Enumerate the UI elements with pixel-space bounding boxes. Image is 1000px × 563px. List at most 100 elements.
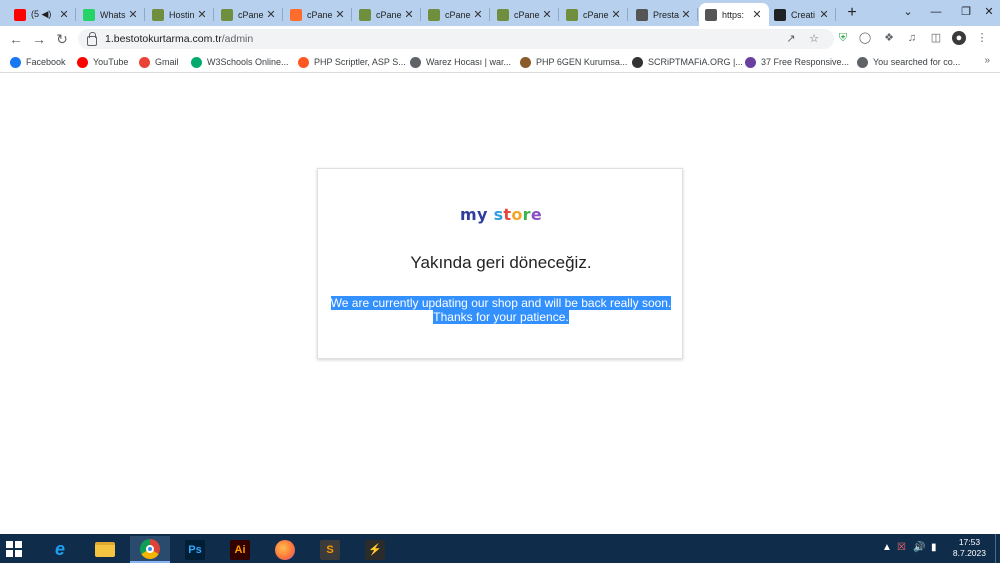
bookmark-item[interactable]: PHP 6GEN Kurumsa...: [520, 55, 627, 69]
tab-close-icon[interactable]: ✕: [818, 8, 830, 21]
tab-close-icon[interactable]: ✕: [403, 8, 415, 21]
prestashop-icon: [705, 8, 717, 21]
bookmark-item[interactable]: Facebook: [10, 55, 66, 69]
back-button[interactable]: ←: [6, 29, 26, 49]
browser-tab[interactable]: cPane ✕: [353, 3, 421, 26]
message-line-1: We are currently updating our shop and w…: [330, 296, 672, 310]
tab-close-icon[interactable]: ✕: [680, 8, 692, 21]
browser-tab[interactable]: Whats ✕: [77, 3, 145, 26]
message-line-2: Thanks for your patience.: [433, 310, 569, 324]
puzzle-extensions-icon[interactable]: ❖: [882, 31, 896, 45]
template-icon: [745, 56, 756, 68]
tab-close-icon[interactable]: ✕: [196, 8, 208, 21]
shield-outline-extension-icon[interactable]: ◯: [858, 31, 872, 45]
forward-button[interactable]: →: [29, 29, 49, 49]
clock-date: 8.7.2023: [952, 548, 986, 558]
bookmark-item[interactable]: Warez Hocası | war...: [410, 55, 511, 69]
tab-close-icon[interactable]: ✕: [541, 8, 553, 21]
address-bar[interactable]: 1.bestotokurtarma.com.tr/admin ↗ ☆: [78, 29, 834, 49]
lock-icon[interactable]: [87, 32, 97, 46]
bookmark-item[interactable]: SCRiPTMAFiA.ORG |...: [632, 55, 743, 69]
browser-tab[interactable]: https: ✕: [699, 3, 769, 26]
tab-separator: [213, 8, 214, 21]
media-control-icon[interactable]: ♫: [905, 31, 919, 45]
logo-letter: s: [493, 205, 504, 224]
logo-letter: e: [530, 205, 542, 224]
browser-tab[interactable]: cPane ✕: [491, 3, 559, 26]
close-window-button[interactable]: ✕: [966, 0, 1000, 26]
browser-tab[interactable]: cPane ✕: [284, 3, 352, 26]
cpanel-shield-icon: [359, 8, 371, 21]
reload-button[interactable]: ↻: [52, 29, 72, 49]
photoshop-icon: Ps: [185, 539, 205, 560]
windows-start-icon[interactable]: [6, 541, 22, 557]
bookmark-item[interactable]: Gmail: [139, 55, 179, 69]
tab-title: Creati: [791, 9, 816, 20]
browser-tab[interactable]: cPane ✕: [215, 3, 283, 26]
shield-extension-icon[interactable]: ⛨: [836, 31, 850, 45]
tab-separator: [282, 8, 283, 21]
bookmark-item[interactable]: 37 Free Responsive...: [745, 55, 849, 69]
tab-separator: [489, 8, 490, 21]
browser-tab[interactable]: Creati ✕: [768, 3, 836, 26]
tab-title: https:: [722, 9, 745, 20]
tab-close-icon[interactable]: ✕: [751, 8, 763, 21]
tab-close-icon[interactable]: ✕: [334, 8, 346, 21]
signal-icon[interactable]: ▮: [931, 542, 937, 553]
tab-separator: [627, 8, 628, 21]
network-warning-icon[interactable]: ☒: [897, 542, 906, 553]
taskbar-app[interactable]: Ps: [175, 536, 215, 563]
bookmark-item[interactable]: You searched for co...: [857, 55, 960, 69]
whatsapp-icon: [83, 8, 95, 21]
tab-close-icon[interactable]: ✕: [127, 8, 139, 21]
maintenance-message: We are currently updating our shop and w…: [318, 296, 684, 324]
taskbar-app[interactable]: e: [40, 536, 80, 563]
browser-tab[interactable]: Hostin ✕: [146, 3, 214, 26]
tab-close-icon[interactable]: ✕: [610, 8, 622, 21]
taskbar-app[interactable]: [85, 536, 125, 563]
browser-tab[interactable]: cPane ✕: [422, 3, 490, 26]
menu-kebab-icon[interactable]: ⋮: [975, 31, 989, 45]
tab-close-icon[interactable]: ✕: [472, 8, 484, 21]
globe-icon: [857, 56, 868, 68]
tab-title: cPane: [238, 9, 264, 20]
bookmark-item[interactable]: W3Schools Online...: [191, 55, 289, 69]
winamp-icon: ⚡: [365, 539, 385, 560]
bookmark-star-icon[interactable]: ☆: [806, 32, 822, 45]
tab-close-icon[interactable]: ✕: [265, 8, 277, 21]
bookmark-item[interactable]: PHP Scriptler, ASP S...: [298, 55, 406, 69]
tab-title: cPane: [583, 9, 609, 20]
browser-tab[interactable]: (5 ◀) ✕: [8, 3, 76, 26]
taskbar-app[interactable]: Ai: [220, 536, 260, 563]
taskbar-app-label: Ai: [234, 543, 246, 556]
tray-chevron-icon[interactable]: ▲: [882, 542, 892, 553]
taskbar-app[interactable]: [130, 536, 170, 563]
volume-icon[interactable]: 🔊: [913, 542, 925, 553]
taskbar-app[interactable]: [265, 536, 305, 563]
facebook-icon: [10, 56, 21, 68]
url-text[interactable]: 1.bestotokurtarma.com.tr/admin: [105, 33, 253, 45]
taskbar-app[interactable]: S: [310, 536, 350, 563]
tab-title: Whats: [100, 9, 126, 20]
side-panel-icon[interactable]: ◫: [929, 31, 943, 45]
show-desktop-button[interactable]: [995, 534, 1000, 563]
tab-close-icon[interactable]: ✕: [58, 8, 70, 21]
tab-title: Hostin: [169, 9, 195, 20]
more-bookmarks-chevron-icon[interactable]: »: [984, 55, 990, 66]
tab-separator: [835, 8, 836, 21]
php6gen-icon: [520, 56, 531, 68]
gmail-icon: [139, 56, 150, 68]
tab-title: cPane: [514, 9, 540, 20]
browser-tab[interactable]: cPane ✕: [560, 3, 628, 26]
bookmark-label: YouTube: [93, 57, 129, 67]
share-icon[interactable]: ↗: [783, 32, 799, 45]
taskbar-app[interactable]: ⚡: [355, 536, 395, 563]
tab-title: Presta: [653, 9, 680, 20]
profile-avatar[interactable]: ●: [952, 31, 966, 45]
bookmark-label: Facebook: [26, 57, 66, 67]
new-tab-button[interactable]: +: [843, 4, 861, 22]
browser-tab[interactable]: Presta ✕: [630, 3, 698, 26]
bookmark-item[interactable]: YouTube: [77, 55, 128, 69]
tab-title: cPane: [307, 9, 333, 20]
system-clock[interactable]: 17:53 8.7.2023: [953, 537, 986, 559]
